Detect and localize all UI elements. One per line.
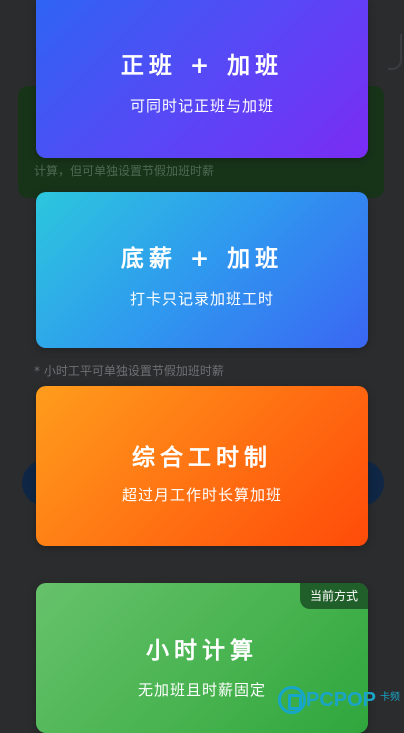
current-mode-badge: 当前方式 — [299, 583, 368, 609]
option-title: 综合工时制 — [132, 445, 272, 471]
background-note: 计算，但可单独设置节假加班时薪 — [34, 164, 215, 178]
background-footnote: * 小时工平可单独设置节假加班时薪 — [34, 364, 224, 378]
background-frame-corner — [388, 34, 402, 70]
watermark-text: PCPOP — [306, 689, 377, 711]
option-subtitle: 超过月工作时长算加班 — [121, 486, 282, 504]
option-card-comprehensive-hours[interactable]: 综合工时制 超过月工作时长算加班 — [36, 386, 368, 546]
watermark-icon — [278, 686, 306, 714]
watermark-tag: 卡频 — [380, 692, 400, 703]
option-card-regular-overtime[interactable]: 正班 + 加班 可同时记正班与加班 — [36, 0, 368, 158]
option-title: 底薪 + 加班 — [120, 246, 284, 272]
watermark-logo: PCPOP 卡频 — [278, 682, 404, 720]
option-card-base-salary-overtime[interactable]: 底薪 + 加班 打卡只记录加班工时 — [36, 192, 368, 348]
option-subtitle: 打卡只记录加班工时 — [129, 290, 274, 308]
option-title: 小时计算 — [146, 638, 258, 664]
option-title: 正班 + 加班 — [120, 53, 284, 79]
option-subtitle: 可同时记正班与加班 — [129, 97, 274, 115]
